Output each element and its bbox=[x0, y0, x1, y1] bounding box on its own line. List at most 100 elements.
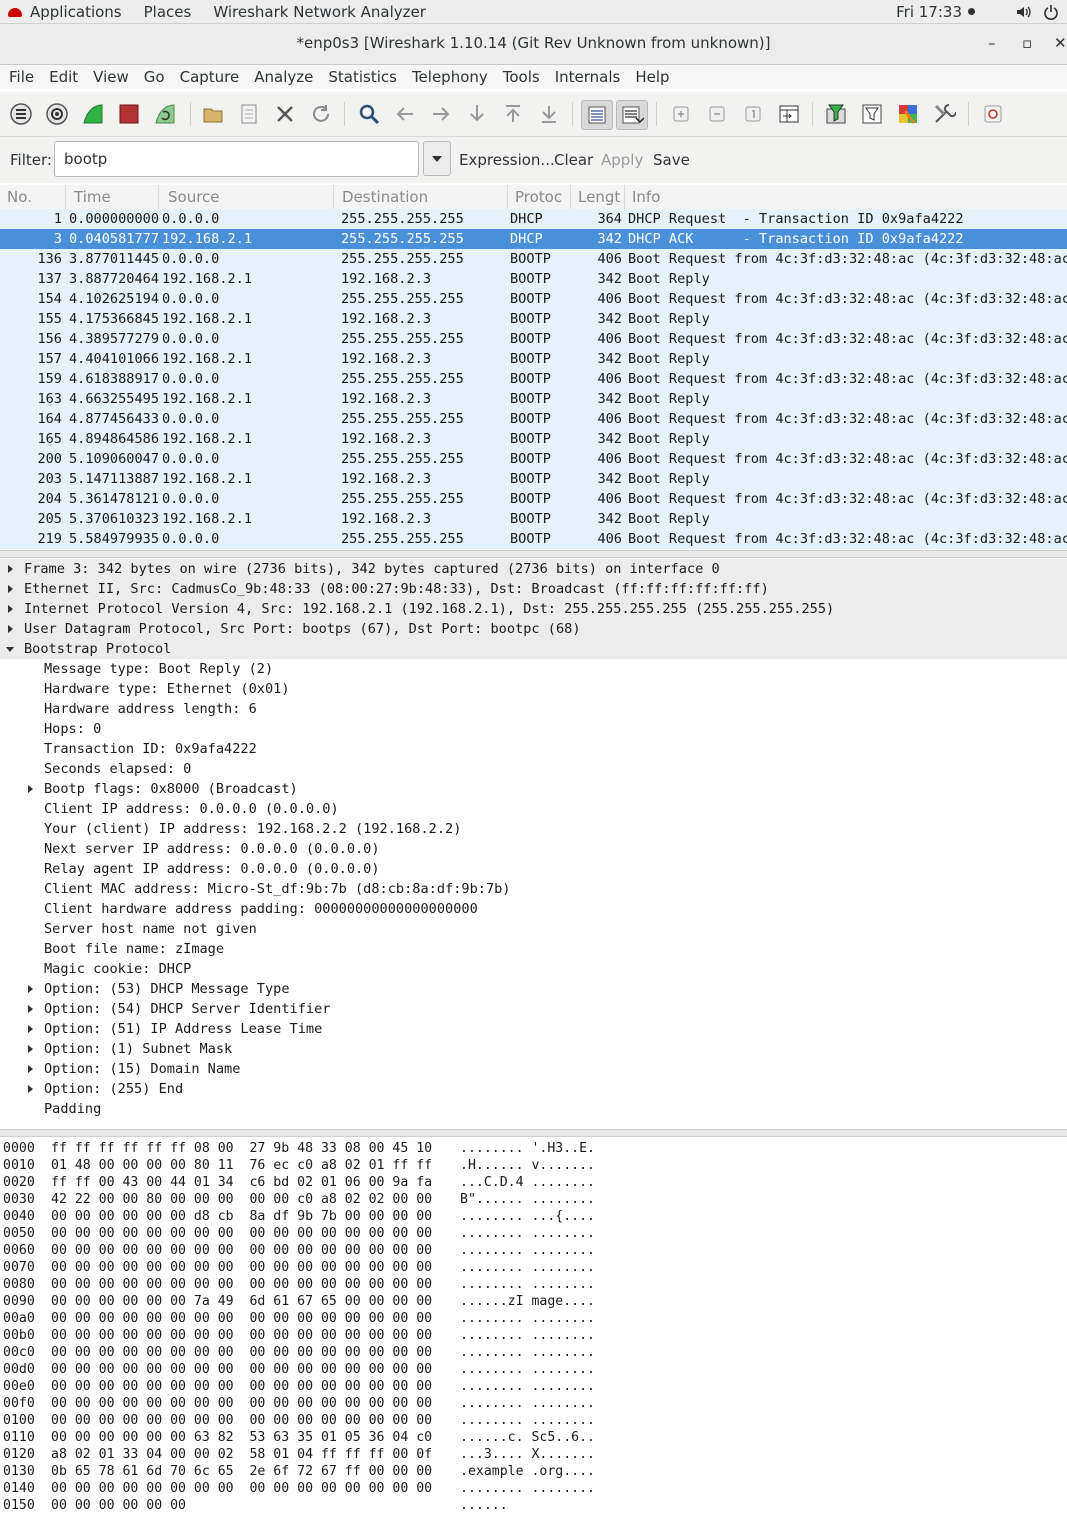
hex-bytes[interactable]: 00 00 00 00 00 00 00 00 00 00 00 00 00 0… bbox=[51, 1412, 432, 1429]
detail-tree-item[interactable]: Message type: Boot Reply (2) bbox=[0, 659, 1067, 679]
column-time[interactable]: Time bbox=[74, 188, 111, 206]
packet-row[interactable]: 137 3.887720464 192.168.2.1 192.168.2.3 BOOT… bbox=[0, 269, 1067, 289]
hex-bytes[interactable]: 42 22 00 00 80 00 00 00 00 00 c0 a8 02 0… bbox=[51, 1191, 432, 1208]
hex-ascii[interactable]: ........ ........ bbox=[460, 1395, 595, 1412]
maximize-button[interactable]: ▫ bbox=[1022, 34, 1032, 52]
hex-ascii[interactable]: ...3.... X....... bbox=[460, 1446, 595, 1463]
hex-ascii[interactable]: .H...... v....... bbox=[460, 1157, 595, 1174]
menu-edit[interactable]: Edit bbox=[49, 68, 78, 86]
hex-bytes[interactable]: 00 00 00 00 00 00 00 00 00 00 00 00 00 0… bbox=[51, 1242, 432, 1259]
detail-tree-item[interactable]: Option: (15) Domain Name bbox=[0, 1059, 1067, 1079]
detail-tree-item[interactable]: Option: (255) End bbox=[0, 1079, 1067, 1099]
expander-collapsed-icon[interactable] bbox=[28, 1085, 33, 1093]
hex-ascii[interactable]: ........ ........ bbox=[460, 1242, 595, 1259]
expander-collapsed-icon[interactable] bbox=[28, 985, 33, 993]
column-destination[interactable]: Destination bbox=[342, 188, 428, 206]
hex-bytes[interactable]: 01 48 00 00 00 00 80 11 76 ec c0 a8 02 0… bbox=[51, 1157, 432, 1174]
save-filter-button[interactable]: Save bbox=[653, 151, 690, 169]
filter-input[interactable] bbox=[54, 141, 419, 177]
expander-collapsed-icon[interactable] bbox=[8, 565, 13, 573]
expander-collapsed-icon[interactable] bbox=[28, 1065, 33, 1073]
detail-tree-item[interactable]: Your (client) IP address: 192.168.2.2 (1… bbox=[0, 819, 1067, 839]
expander-collapsed-icon[interactable] bbox=[28, 1025, 33, 1033]
detail-tree-item[interactable]: Option: (53) DHCP Message Type bbox=[0, 979, 1067, 999]
packet-row[interactable]: 205 5.370610323 192.168.2.1 192.168.2.3 BOOT… bbox=[0, 509, 1067, 529]
expander-collapsed-icon[interactable] bbox=[8, 585, 13, 593]
hex-bytes[interactable]: 00 00 00 00 00 00 63 82 53 63 35 01 05 3… bbox=[51, 1429, 432, 1446]
expander-collapsed-icon[interactable] bbox=[28, 1005, 33, 1013]
hex-ascii[interactable]: ......zI mage.... bbox=[460, 1293, 595, 1310]
hex-bytes[interactable]: 00 00 00 00 00 00 bbox=[51, 1497, 186, 1514]
hex-ascii[interactable]: ........ ........ bbox=[460, 1225, 595, 1242]
packet-row[interactable]: 204 5.361478121 0.0.0.0 255.255.255.255 BOOT… bbox=[0, 489, 1067, 509]
hex-bytes[interactable]: 0b 65 78 61 6d 70 6c 65 2e 6f 72 67 ff 0… bbox=[51, 1463, 432, 1480]
detail-tree-item[interactable]: Ethernet II, Src: CadmusCo_9b:48:33 (08:… bbox=[0, 579, 1067, 599]
close-button[interactable]: ✕ bbox=[1054, 34, 1067, 52]
detail-tree-item[interactable]: Bootstrap Protocol bbox=[0, 639, 1067, 659]
packet-row[interactable]: 156 4.389577279 0.0.0.0 255.255.255.255 BOOT… bbox=[0, 329, 1067, 349]
normal-size-icon[interactable] bbox=[738, 100, 768, 128]
detail-tree-item[interactable]: Frame 3: 342 bytes on wire (2736 bits), … bbox=[0, 559, 1067, 579]
hex-bytes[interactable]: 00 00 00 00 00 00 00 00 00 00 00 00 00 0… bbox=[51, 1310, 432, 1327]
go-first-icon[interactable] bbox=[498, 100, 528, 128]
hex-ascii[interactable]: .example .org.... bbox=[460, 1463, 595, 1480]
hex-ascii[interactable]: ...... bbox=[460, 1497, 508, 1514]
capture-filters-icon[interactable] bbox=[821, 100, 851, 128]
active-app-menu[interactable]: Wireshark Network Analyzer bbox=[213, 3, 426, 21]
save-file-icon[interactable] bbox=[234, 100, 264, 128]
hex-ascii[interactable]: ........ ........ bbox=[460, 1344, 595, 1361]
packet-row[interactable]: 200 5.109060047 0.0.0.0 255.255.255.255 BOOT… bbox=[0, 449, 1067, 469]
packet-row[interactable]: 155 4.175366845 192.168.2.1 192.168.2.3 BOOT… bbox=[0, 309, 1067, 329]
column-protocol[interactable]: Protoc bbox=[515, 188, 562, 206]
hex-ascii[interactable]: ........ ...{.... bbox=[460, 1208, 595, 1225]
hex-bytes[interactable]: 00 00 00 00 00 00 00 00 00 00 00 00 00 0… bbox=[51, 1344, 432, 1361]
zoom-out-icon[interactable] bbox=[702, 100, 732, 128]
expander-collapsed-icon[interactable] bbox=[8, 605, 13, 613]
hex-bytes[interactable]: 00 00 00 00 00 00 00 00 00 00 00 00 00 0… bbox=[51, 1480, 432, 1497]
menu-analyze[interactable]: Analyze bbox=[254, 68, 313, 86]
hex-ascii[interactable]: ...C.D.4 ........ bbox=[460, 1174, 595, 1191]
column-info[interactable]: Info bbox=[632, 188, 660, 206]
zoom-in-icon[interactable] bbox=[666, 100, 696, 128]
filter-history-dropdown[interactable] bbox=[423, 141, 451, 176]
detail-tree-item[interactable]: Option: (54) DHCP Server Identifier bbox=[0, 999, 1067, 1019]
detail-tree-item[interactable]: Hops: 0 bbox=[0, 719, 1067, 739]
resize-columns-icon[interactable] bbox=[774, 100, 804, 128]
pane-splitter[interactable] bbox=[0, 1129, 1067, 1137]
expander-collapsed-icon[interactable] bbox=[28, 785, 33, 793]
clock[interactable]: Fri 17:33 bbox=[896, 3, 962, 21]
detail-tree-item[interactable]: User Datagram Protocol, Src Port: bootps… bbox=[0, 619, 1067, 639]
detail-tree-item[interactable]: Client MAC address: Micro-St_df:9b:7b (d… bbox=[0, 879, 1067, 899]
expander-expanded-icon[interactable] bbox=[6, 647, 14, 652]
column-no[interactable]: No. bbox=[7, 188, 32, 206]
colorize-icon[interactable] bbox=[581, 100, 613, 130]
clear-button[interactable]: Clear bbox=[554, 151, 593, 169]
menu-capture[interactable]: Capture bbox=[180, 68, 240, 86]
detail-tree-item[interactable]: Client IP address: 0.0.0.0 (0.0.0.0) bbox=[0, 799, 1067, 819]
menu-tools[interactable]: Tools bbox=[503, 68, 540, 86]
hex-bytes[interactable]: 00 00 00 00 00 00 d8 cb 8a df 9b 7b 00 0… bbox=[51, 1208, 432, 1225]
auto-scroll-icon[interactable] bbox=[616, 100, 648, 130]
help-icon[interactable] bbox=[978, 100, 1008, 128]
hex-bytes[interactable]: 00 00 00 00 00 00 00 00 00 00 00 00 00 0… bbox=[51, 1225, 432, 1242]
menu-file[interactable]: File bbox=[9, 68, 34, 86]
coloring-rules-icon[interactable] bbox=[893, 100, 923, 128]
packet-row[interactable]: 136 3.877011445 0.0.0.0 255.255.255.255 BOOT… bbox=[0, 249, 1067, 269]
places-menu[interactable]: Places bbox=[144, 3, 192, 21]
hex-ascii[interactable]: B"...... ........ bbox=[460, 1191, 595, 1208]
expander-collapsed-icon[interactable] bbox=[28, 1045, 33, 1053]
detail-tree-item[interactable]: Internet Protocol Version 4, Src: 192.16… bbox=[0, 599, 1067, 619]
packet-row[interactable]: 203 5.147113887 192.168.2.1 192.168.2.3 BOOT… bbox=[0, 469, 1067, 489]
packet-details-tree[interactable]: Frame 3: 342 bytes on wire (2736 bits), … bbox=[0, 559, 1067, 1127]
detail-tree-item[interactable]: Magic cookie: DHCP bbox=[0, 959, 1067, 979]
find-packet-icon[interactable] bbox=[354, 100, 384, 128]
minimize-button[interactable]: – bbox=[988, 34, 996, 52]
packet-row[interactable]: 1 0.000000000 0.0.0.0 255.255.255.255 DHCP 36… bbox=[0, 209, 1067, 229]
packet-row[interactable]: 157 4.404101066 192.168.2.1 192.168.2.3 BOOT… bbox=[0, 349, 1067, 369]
menu-help[interactable]: Help bbox=[635, 68, 669, 86]
detail-tree-item[interactable]: Option: (51) IP Address Lease Time bbox=[0, 1019, 1067, 1039]
hex-ascii[interactable]: ........ ........ bbox=[460, 1480, 595, 1497]
hex-bytes[interactable]: 00 00 00 00 00 00 7a 49 6d 61 67 65 00 0… bbox=[51, 1293, 432, 1310]
close-file-icon[interactable] bbox=[270, 100, 300, 128]
go-last-icon[interactable] bbox=[534, 100, 564, 128]
